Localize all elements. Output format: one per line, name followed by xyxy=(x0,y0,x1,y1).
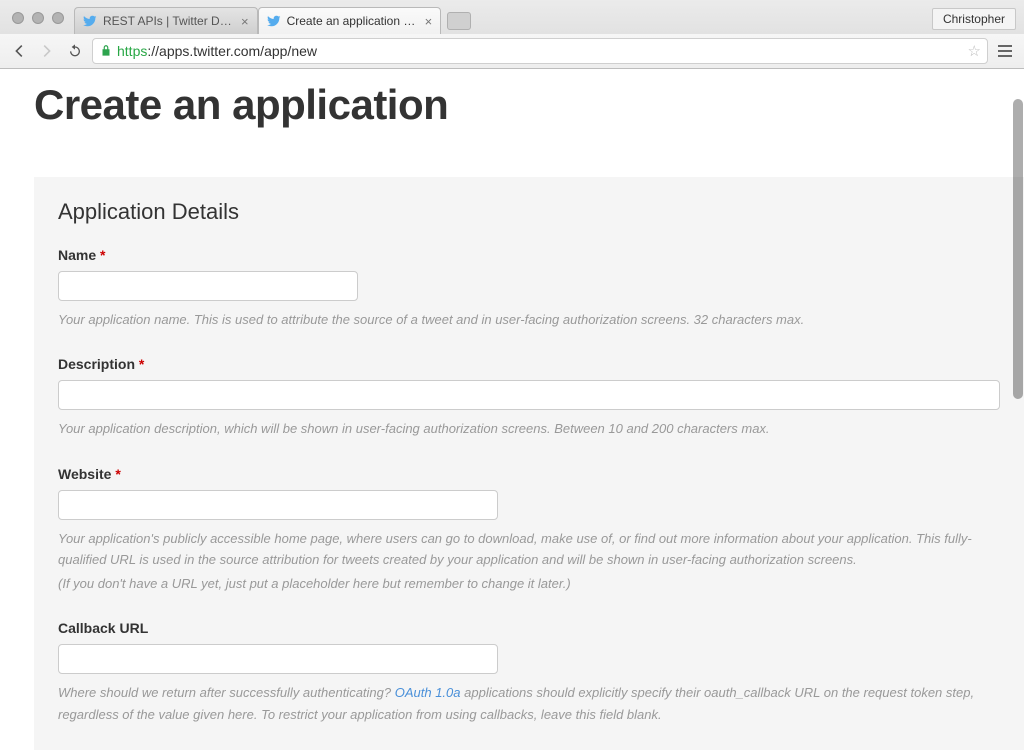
reload-button[interactable] xyxy=(64,40,86,62)
new-tab-button[interactable] xyxy=(447,12,471,30)
label-text: Callback URL xyxy=(58,620,148,636)
callback-input[interactable] xyxy=(58,644,498,674)
required-asterisk: * xyxy=(100,247,105,263)
application-details-panel: Application Details Name * Your applicat… xyxy=(34,177,1024,750)
name-input[interactable] xyxy=(58,271,358,301)
address-bar[interactable]: https://apps.twitter.com/app/new ☆ xyxy=(92,38,988,64)
website-label: Website * xyxy=(58,466,1000,482)
name-help-text: Your application name. This is used to a… xyxy=(58,309,1000,330)
oauth-link[interactable]: OAuth 1.0a xyxy=(395,685,461,700)
page-title: Create an application xyxy=(0,69,1024,153)
tab-close-icon[interactable]: × xyxy=(425,14,433,29)
description-help-text: Your application description, which will… xyxy=(58,418,1000,439)
window-maximize-icon[interactable] xyxy=(52,12,64,24)
toolbar: https://apps.twitter.com/app/new ☆ xyxy=(0,34,1024,68)
browser-chrome: REST APIs | Twitter Develo × Create an a… xyxy=(0,0,1024,69)
callback-help-text: Where should we return after successfull… xyxy=(58,682,1000,725)
scrollbar-thumb[interactable] xyxy=(1013,99,1023,399)
website-help-text: Your application's publicly accessible h… xyxy=(58,528,1000,594)
description-label: Description * xyxy=(58,356,1000,372)
required-asterisk: * xyxy=(115,466,120,482)
url-scheme: https xyxy=(117,43,147,59)
label-text: Description xyxy=(58,356,135,372)
window-controls xyxy=(6,12,74,34)
name-label: Name * xyxy=(58,247,1000,263)
url-path: ://apps.twitter.com/app/new xyxy=(147,43,317,59)
tab-rest-apis[interactable]: REST APIs | Twitter Develo × xyxy=(74,7,258,34)
scrollbar-track[interactable] xyxy=(1010,69,1024,750)
window-minimize-icon[interactable] xyxy=(32,12,44,24)
panel-heading: Application Details xyxy=(58,199,1000,225)
field-description: Description * Your application descripti… xyxy=(58,356,1000,439)
callback-label: Callback URL xyxy=(58,620,1000,636)
tab-strip: REST APIs | Twitter Develo × Create an a… xyxy=(0,0,1024,34)
lock-icon xyxy=(99,44,113,58)
tab-close-icon[interactable]: × xyxy=(241,14,249,29)
user-profile-chip[interactable]: Christopher xyxy=(932,8,1016,30)
field-name: Name * Your application name. This is us… xyxy=(58,247,1000,330)
twitter-bird-icon xyxy=(83,14,97,28)
hamburger-menu-icon[interactable] xyxy=(994,40,1016,62)
label-text: Website xyxy=(58,466,111,482)
forward-button[interactable] xyxy=(36,40,58,62)
tab-create-application[interactable]: Create an application | Twit × xyxy=(258,7,442,34)
description-input[interactable] xyxy=(58,380,1000,410)
bookmark-star-icon[interactable]: ☆ xyxy=(968,42,981,60)
website-help-2: (If you don't have a URL yet, just put a… xyxy=(58,573,1000,594)
tab-title: Create an application | Twit xyxy=(287,14,417,28)
website-help-1: Your application's publicly accessible h… xyxy=(58,531,972,567)
callback-help-pre: Where should we return after successfull… xyxy=(58,685,395,700)
label-text: Name xyxy=(58,247,96,263)
tab-title: REST APIs | Twitter Develo xyxy=(103,14,233,28)
field-callback-url: Callback URL Where should we return afte… xyxy=(58,620,1000,725)
viewport: Create an application Application Detail… xyxy=(0,69,1024,750)
page: Create an application Application Detail… xyxy=(0,69,1024,750)
website-input[interactable] xyxy=(58,490,498,520)
back-button[interactable] xyxy=(8,40,30,62)
required-asterisk: * xyxy=(139,356,144,372)
field-website: Website * Your application's publicly ac… xyxy=(58,466,1000,594)
twitter-bird-icon xyxy=(267,14,281,28)
window-close-icon[interactable] xyxy=(12,12,24,24)
